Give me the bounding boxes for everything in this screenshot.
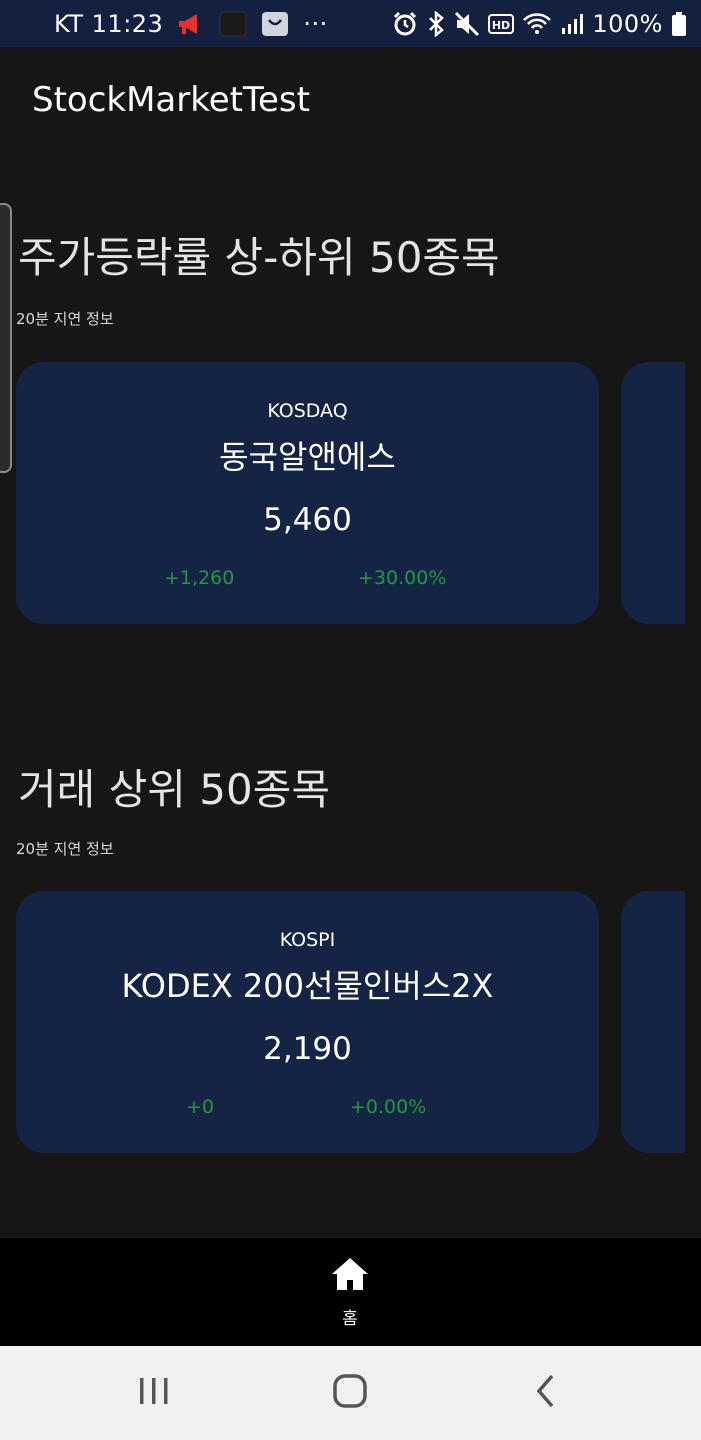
- stock-card[interactable]: KOSDAQ 동국알앤에스 5,460 +1,260 +30.00%: [16, 362, 599, 624]
- stock-market: KOSPI: [279, 929, 336, 951]
- stock-change-percent: +0.00%: [350, 1096, 427, 1118]
- stock-name: 동국알앤에스: [219, 438, 396, 476]
- status-bar: KT 11:23 ··· HD 100%: [0, 0, 701, 47]
- back-icon: [534, 1373, 558, 1413]
- bottom-navigation: 홈: [0, 1238, 701, 1346]
- stock-price: 5,460: [263, 502, 352, 538]
- section-subtitle-top-volume: 20분 지연 정보: [16, 840, 114, 858]
- battery-percent: 100%: [592, 9, 663, 38]
- stock-card[interactable]: KOSPI KODEX 200선물인버스2X 2,190 +0 +0.00%: [16, 891, 599, 1153]
- section-title-top-volume: 거래 상위 50종목: [18, 765, 330, 814]
- status-right: HD 100%: [392, 0, 687, 47]
- megaphone-icon: [177, 12, 205, 36]
- carrier-time: KT 11:23: [54, 9, 164, 38]
- section-subtitle-top-movers: 20분 지연 정보: [16, 310, 114, 328]
- recents-icon: [137, 1376, 171, 1410]
- stock-name: KODEX 200선물인버스2X: [121, 967, 494, 1005]
- stock-change: +0: [186, 1096, 215, 1118]
- next-stock-card[interactable]: [621, 891, 685, 1153]
- signal-icon: [560, 12, 584, 36]
- stock-price: 2,190: [263, 1031, 352, 1067]
- app-title: StockMarketTest: [32, 80, 310, 120]
- mute-icon: [454, 11, 480, 37]
- app-notification-icon: [219, 11, 247, 37]
- hd-voice-icon: HD: [488, 13, 515, 35]
- recents-button[interactable]: [124, 1368, 184, 1418]
- nav-item-home[interactable]: 홈: [320, 1256, 380, 1336]
- status-left: KT 11:23 ···: [54, 0, 328, 47]
- stock-change-percent: +30.00%: [358, 567, 447, 589]
- battery-icon: [671, 11, 687, 37]
- back-button[interactable]: [516, 1368, 576, 1418]
- screen: KT 11:23 ··· HD 100% StockMarketTest 주가등…: [0, 0, 701, 1440]
- section-title-top-movers: 주가등락률 상-하위 50종목: [18, 233, 500, 282]
- alarm-icon: [392, 11, 418, 37]
- svg-text:HD: HD: [492, 19, 510, 32]
- wifi-icon: [522, 11, 552, 37]
- nav-home-label: 홈: [342, 1309, 358, 1329]
- system-navigation-bar: [0, 1346, 701, 1440]
- stock-change: +1,260: [164, 567, 235, 589]
- edge-panel-handle[interactable]: [0, 203, 12, 473]
- bluetooth-icon: [426, 10, 446, 37]
- more-notifications: ···: [303, 9, 328, 38]
- shopping-bag-icon: [261, 11, 289, 37]
- system-home-icon: [332, 1373, 368, 1413]
- stock-market: KOSDAQ: [267, 400, 348, 422]
- home-icon: [330, 1256, 370, 1296]
- system-home-button[interactable]: [320, 1368, 380, 1418]
- next-stock-card[interactable]: [621, 362, 685, 624]
